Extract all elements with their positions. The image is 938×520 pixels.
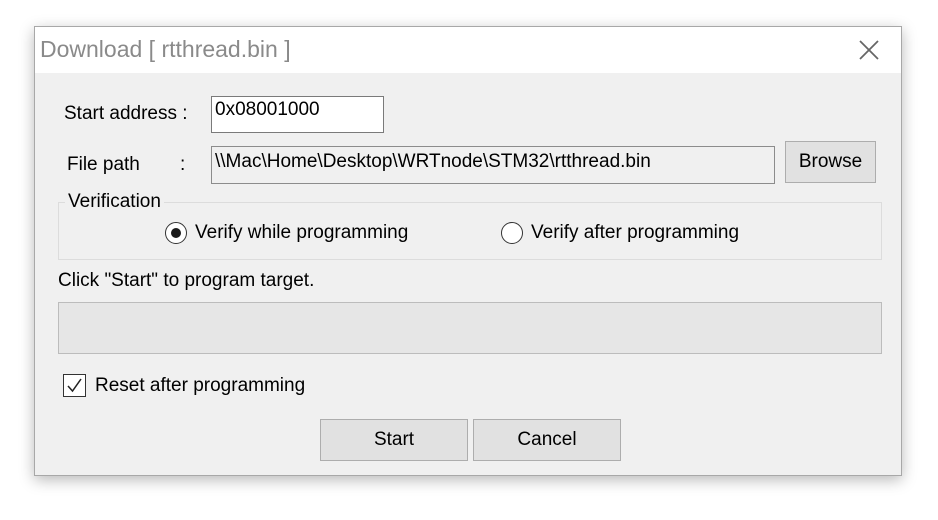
start-address-input[interactable]: 0x08001000 <box>211 96 384 133</box>
download-dialog: Download [ rtthread.bin ] Start address … <box>34 26 902 476</box>
file-path-colon: : <box>180 154 186 175</box>
checkmark-icon <box>63 374 86 397</box>
verify-after-radio[interactable]: Verify after programming <box>501 220 739 246</box>
verification-legend: Verification <box>65 191 164 213</box>
status-message: Click "Start" to program target. <box>58 270 315 291</box>
title-bar[interactable]: Download [ rtthread.bin ] <box>35 27 901 73</box>
verify-while-label: Verify while programming <box>195 222 409 243</box>
radio-unselected-icon <box>501 222 523 244</box>
verify-while-radio[interactable]: Verify while programming <box>165 220 408 246</box>
reset-label: Reset after programming <box>95 374 306 396</box>
window-title: Download [ rtthread.bin ] <box>40 36 291 62</box>
progress-bar <box>58 302 882 354</box>
reset-after-programming-checkbox[interactable]: Reset after programming <box>63 374 305 397</box>
start-button[interactable]: Start <box>320 419 468 461</box>
close-button[interactable] <box>835 27 901 73</box>
close-icon <box>859 40 879 60</box>
verify-after-label: Verify after programming <box>531 222 740 243</box>
file-path-input[interactable]: \\Mac\Home\Desktop\WRTnode\STM32\rtthrea… <box>211 146 775 184</box>
file-path-label: File path <box>67 154 140 175</box>
start-address-label: Start address : <box>64 103 188 124</box>
browse-button[interactable]: Browse <box>785 141 876 183</box>
radio-selected-icon <box>165 222 187 244</box>
cancel-button[interactable]: Cancel <box>473 419 621 461</box>
